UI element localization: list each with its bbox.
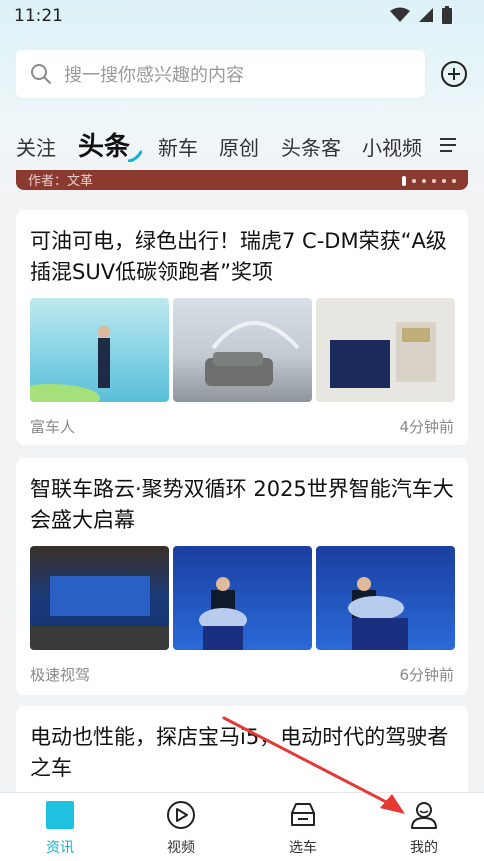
nav-car-select[interactable]: 选车 bbox=[263, 799, 343, 857]
car-icon bbox=[291, 803, 315, 826]
nav-news-label: 资讯 bbox=[46, 840, 74, 856]
nav-profile[interactable]: 我的 bbox=[384, 799, 464, 857]
profile-icon bbox=[411, 802, 437, 829]
article-image bbox=[316, 546, 455, 650]
tab-toutiaoke[interactable]: 头条客 bbox=[281, 132, 341, 161]
bottom-navigation: 资讯 视频 选车 我的 bbox=[0, 792, 484, 861]
tab-new-cars[interactable]: 新车 bbox=[158, 132, 198, 161]
active-tab-indicator bbox=[128, 150, 142, 162]
search-icon bbox=[31, 64, 51, 84]
article-image bbox=[316, 298, 455, 402]
article-card[interactable]: 电动也性能，探店宝马i5，电动时代的驾驶者之车 bbox=[16, 706, 468, 806]
video-play-icon bbox=[167, 801, 195, 829]
article-card[interactable]: 智联车路云·聚势双循环 2025世界智能汽车大会盛大启幕 极速视驾 6分钟前 bbox=[16, 458, 468, 695]
tab-headlines[interactable]: 头条 bbox=[78, 126, 130, 163]
search-input[interactable]: 搜一搜你感兴趣的内容 bbox=[16, 50, 425, 98]
article-time: 4分钟前 bbox=[399, 418, 454, 436]
tab-follow[interactable]: 关注 bbox=[16, 132, 56, 161]
nav-car-select-label: 选车 bbox=[289, 840, 317, 856]
menu-icon[interactable] bbox=[438, 136, 458, 154]
nav-profile-label: 我的 bbox=[410, 840, 438, 856]
category-tabs: 关注 头条 新车 原创 头条客 小视频 bbox=[0, 120, 484, 170]
article-card[interactable]: 可油可电，绿色出行！瑞虎7 C-DM荣获“A级插混SUV低碳领跑者”奖项 富车人… bbox=[16, 210, 468, 445]
add-icon[interactable] bbox=[440, 60, 468, 88]
article-image bbox=[173, 546, 312, 650]
carousel-dots bbox=[402, 176, 456, 186]
search-placeholder: 搜一搜你感兴趣的内容 bbox=[64, 65, 244, 86]
article-title[interactable]: 可油可电，绿色出行！瑞虎7 C-DM荣获“A级插混SUV低碳领跑者”奖项 bbox=[30, 226, 454, 288]
cellular-icon bbox=[419, 8, 433, 22]
nav-video-label: 视频 bbox=[167, 840, 195, 856]
wifi-icon bbox=[390, 7, 410, 22]
article-title[interactable]: 电动也性能，探店宝马i5，电动时代的驾驶者之车 bbox=[30, 722, 454, 784]
tab-short-video[interactable]: 小视频 bbox=[362, 132, 422, 161]
article-images bbox=[30, 546, 455, 650]
article-source: 富车人 bbox=[30, 418, 76, 436]
status-icons bbox=[390, 6, 452, 24]
article-source: 极速视驾 bbox=[30, 666, 91, 684]
news-icon bbox=[46, 801, 74, 829]
nav-news[interactable]: 资讯 bbox=[20, 799, 100, 857]
banner-carousel[interactable]: 作者：文革 bbox=[16, 170, 468, 190]
banner-author: 作者：文革 bbox=[28, 174, 94, 189]
article-title[interactable]: 智联车路云·聚势双循环 2025世界智能汽车大会盛大启幕 bbox=[30, 474, 454, 536]
article-image bbox=[30, 546, 169, 650]
article-image bbox=[173, 298, 312, 402]
tab-original[interactable]: 原创 bbox=[219, 132, 259, 161]
nav-video[interactable]: 视频 bbox=[141, 799, 221, 857]
battery-icon bbox=[442, 6, 452, 24]
article-time: 6分钟前 bbox=[399, 666, 454, 684]
article-images bbox=[30, 298, 455, 402]
status-bar: 11:21 bbox=[0, 0, 484, 34]
status-time: 11:21 bbox=[14, 6, 63, 26]
article-image bbox=[30, 298, 169, 402]
